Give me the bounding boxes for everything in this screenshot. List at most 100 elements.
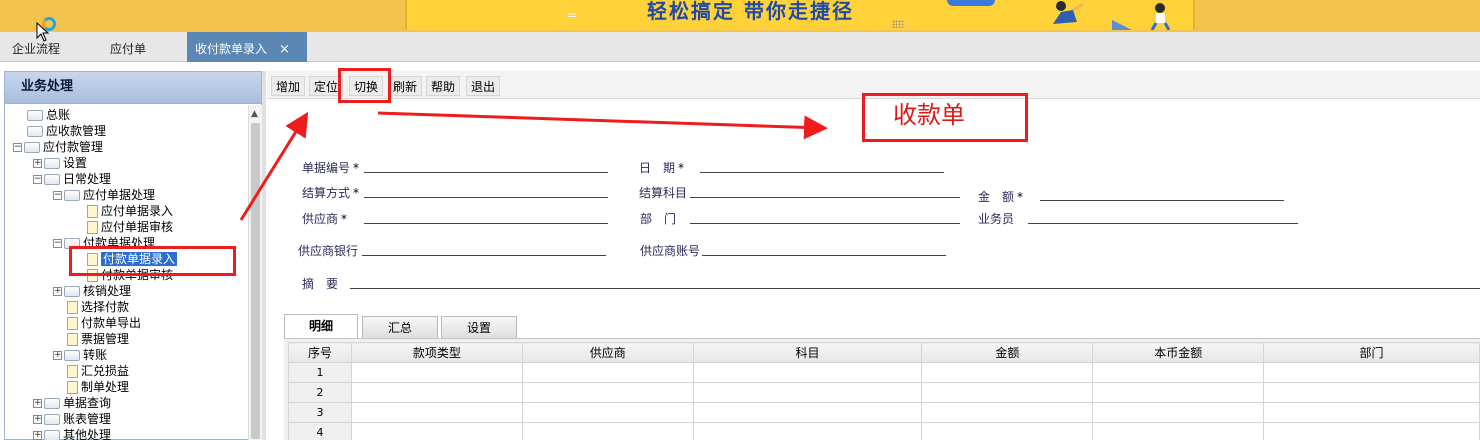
table-cell[interactable] <box>1263 402 1480 423</box>
tree-item-exchange-gain-loss[interactable]: 汇兑损益 <box>67 363 129 379</box>
salesman-label: 业务员 <box>978 212 1015 226</box>
dept-field[interactable] <box>690 223 960 224</box>
sidebar-scrollbar[interactable]: ▲ <box>248 105 262 440</box>
tab-payables[interactable]: 应付单 <box>110 32 146 62</box>
table-cell[interactable] <box>692 422 923 440</box>
column-header[interactable]: 款项类型 <box>350 342 523 363</box>
table-cell[interactable] <box>921 362 1094 383</box>
tree-item-bill-query[interactable]: + 单据查询 <box>33 395 111 411</box>
collapse-icon[interactable]: − <box>33 175 42 184</box>
table-row[interactable]: 3 <box>288 402 1480 423</box>
scrollbar-thumb[interactable] <box>251 123 260 439</box>
tree-item-payable-bill-processing[interactable]: − 应付单据处理 <box>53 187 155 203</box>
tree-item-daily-processing[interactable]: − 日常处理 <box>33 171 111 187</box>
table-cell[interactable] <box>692 402 923 423</box>
tree-item-settings[interactable]: + 设置 <box>33 155 87 171</box>
close-icon[interactable]: × <box>279 42 290 57</box>
settle-method-field[interactable] <box>364 197 608 198</box>
column-header[interactable]: 部门 <box>1263 342 1480 363</box>
panel-splitter[interactable] <box>262 71 266 440</box>
tree-item-receivables[interactable]: 应收款管理 <box>27 123 106 139</box>
table-row[interactable]: 4 <box>288 422 1480 440</box>
table-cell[interactable] <box>1263 382 1480 403</box>
table-cell[interactable] <box>350 422 523 440</box>
expand-icon[interactable]: + <box>53 351 62 360</box>
tree-item-payables[interactable]: − 应付款管理 <box>13 139 103 155</box>
table-cell[interactable] <box>921 382 1094 403</box>
table-cell[interactable] <box>1092 402 1265 423</box>
tab-payment-entry[interactable]: 收付款单录入 × <box>187 32 307 62</box>
promo-banner[interactable]: = 轻松搞定 带你走捷径 <box>405 0 1195 30</box>
amount-label: 金 额 * <box>978 190 1024 204</box>
tree-item-other-processing[interactable]: + 其他处理 <box>33 427 111 440</box>
supplier-account-field[interactable] <box>702 255 946 256</box>
salesman-field[interactable] <box>1028 223 1298 224</box>
table-cell[interactable] <box>692 362 923 383</box>
refresh-button[interactable]: 刷新 <box>388 76 423 96</box>
table-row[interactable]: 1 <box>288 362 1480 383</box>
table-cell[interactable] <box>1092 362 1265 383</box>
supplier-field[interactable] <box>364 223 608 224</box>
table-cell[interactable] <box>350 382 523 403</box>
document-icon <box>67 381 78 394</box>
table-cell[interactable] <box>1263 362 1480 383</box>
folder-icon <box>27 110 43 121</box>
add-button[interactable]: 增加 <box>271 76 306 96</box>
tree-item-payable-bill-review[interactable]: 应付单据审核 <box>87 219 173 235</box>
tab-summary[interactable]: 汇总 <box>362 316 438 338</box>
table-cell[interactable] <box>921 422 1094 440</box>
tree-item-voucher-processing[interactable]: 制单处理 <box>67 379 129 395</box>
table-cell[interactable] <box>350 402 523 423</box>
supplier-label: 供应商 * <box>302 212 348 226</box>
expand-icon[interactable]: + <box>53 287 62 296</box>
tree-item-payable-bill-entry[interactable]: 应付单据录入 <box>87 203 173 219</box>
supplier-bank-field[interactable] <box>362 255 606 256</box>
collapse-icon[interactable]: − <box>53 239 62 248</box>
tree-item-transfer[interactable]: + 转账 <box>53 347 107 363</box>
settle-subject-field[interactable] <box>690 197 960 198</box>
tree-item-report-management[interactable]: + 账表管理 <box>33 411 111 427</box>
column-header[interactable]: 金额 <box>921 342 1094 363</box>
tree-item-writeoff[interactable]: + 核销处理 <box>53 283 131 299</box>
expand-icon[interactable]: + <box>33 431 42 440</box>
help-button[interactable]: 帮助 <box>426 76 461 96</box>
expand-icon[interactable]: + <box>33 415 42 424</box>
tree-item-general-ledger[interactable]: 总账 <box>27 107 70 123</box>
table-cell[interactable] <box>521 382 694 403</box>
collapse-icon[interactable]: − <box>53 191 62 200</box>
tab-settings[interactable]: 设置 <box>441 316 517 338</box>
tree-item-bill-management[interactable]: 票据管理 <box>67 331 129 347</box>
bill-no-field[interactable] <box>364 172 608 173</box>
table-cell[interactable] <box>921 402 1094 423</box>
table-cell[interactable] <box>521 422 694 440</box>
table-row[interactable]: 2 <box>288 382 1480 403</box>
memo-label: 摘 要 <box>302 277 339 291</box>
column-header[interactable]: 供应商 <box>521 342 694 363</box>
table-cell[interactable] <box>1263 422 1480 440</box>
grid-header-row: 序号 款项类型 供应商 科目 金额 本币金额 部门 <box>288 342 1480 363</box>
table-cell[interactable] <box>692 382 923 403</box>
date-field[interactable] <box>700 172 944 173</box>
tree-item-payment-export[interactable]: 付款单导出 <box>67 315 141 331</box>
table-cell[interactable] <box>521 402 694 423</box>
folder-icon <box>44 158 60 169</box>
memo-field[interactable] <box>350 288 1480 289</box>
table-cell[interactable] <box>1092 422 1265 440</box>
column-header[interactable]: 科目 <box>692 342 923 363</box>
expand-icon[interactable]: + <box>33 159 42 168</box>
expand-icon[interactable]: + <box>33 399 42 408</box>
collapse-icon[interactable]: − <box>13 143 22 152</box>
table-cell[interactable] <box>1092 382 1265 403</box>
tab-detail[interactable]: 明细 <box>284 314 358 338</box>
amount-field[interactable] <box>1040 200 1284 201</box>
table-cell[interactable] <box>521 362 694 383</box>
folder-icon <box>64 190 80 201</box>
tree-item-select-payment[interactable]: 选择付款 <box>67 299 129 315</box>
exit-button[interactable]: 退出 <box>466 76 501 96</box>
folder-icon <box>44 414 60 425</box>
column-header[interactable]: 本币金额 <box>1092 342 1265 363</box>
row-number: 3 <box>288 402 352 423</box>
table-cell[interactable] <box>350 362 523 383</box>
column-header[interactable]: 序号 <box>288 342 352 363</box>
scroll-up-icon[interactable]: ▲ <box>251 109 258 119</box>
